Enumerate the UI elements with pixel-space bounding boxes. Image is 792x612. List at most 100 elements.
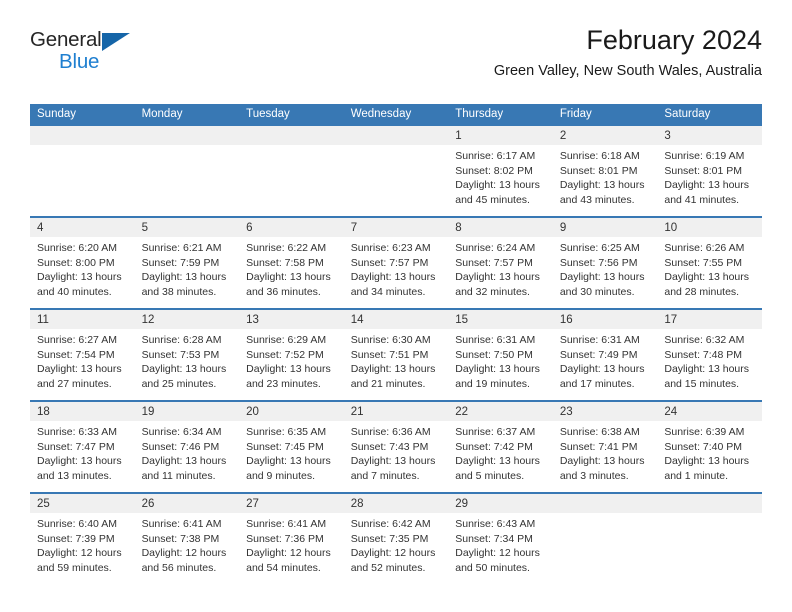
sunset-text: Sunset: 7:53 PM [141, 348, 220, 361]
day-cell[interactable]: 24 Sunrise: 6:39 AM Sunset: 7:40 PM Dayligh… [657, 400, 762, 493]
day-number: 23 [552, 401, 658, 421]
day-cell[interactable]: 23 Sunrise: 6:38 AM Sunset: 7:41 PM Dayligh… [552, 400, 658, 493]
daylight-text-line1: Daylight: 13 hours [664, 179, 750, 192]
day-details: Sunrise: 6:27 AM Sunset: 7:54 PM Daylight:… [30, 329, 135, 393]
day-cell[interactable]: 17 Sunrise: 6:32 AM Sunset: 7:48 PM Dayligh… [657, 308, 762, 401]
day-cell[interactable]: 4 Sunrise: 6:20 AM Sunset: 8:00 PM Daylight… [30, 216, 135, 309]
day-cell[interactable]: 25 Sunrise: 6:40 AM Sunset: 7:39 PM Dayligh… [30, 492, 135, 584]
day-cell[interactable]: 2 Sunrise: 6:18 AM Sunset: 8:01 PM Daylight… [552, 125, 658, 217]
sunrise-text: Sunrise: 6:37 AM [455, 425, 536, 438]
daylight-text-line2: and 11 minutes. [141, 470, 216, 483]
day-cell[interactable]: 13 Sunrise: 6:29 AM Sunset: 7:52 PM Dayligh… [239, 308, 344, 401]
daylight-text-line2: and 28 minutes. [664, 286, 740, 299]
day-cell[interactable]: 29 Sunrise: 6:43 AM Sunset: 7:34 PM Dayligh… [448, 492, 553, 584]
calendar-week-row: 1 Sunrise: 6:17 AM Sunset: 8:02 PM Daylight… [30, 125, 762, 217]
day-number: 13 [239, 309, 344, 329]
sunset-text: Sunset: 8:00 PM [37, 256, 115, 269]
day-details: Sunrise: 6:31 AM Sunset: 7:50 PM Daylight:… [448, 329, 553, 393]
day-cell[interactable]: 1 Sunrise: 6:17 AM Sunset: 8:02 PM Daylight… [448, 125, 553, 217]
day-cell[interactable]: 20 Sunrise: 6:35 AM Sunset: 7:45 PM Dayligh… [239, 400, 344, 493]
daylight-text-line1: Daylight: 13 hours [246, 363, 331, 376]
daylight-text-line1: Daylight: 13 hours [455, 271, 540, 284]
day-cell[interactable]: 9 Sunrise: 6:25 AM Sunset: 7:56 PM Daylight… [552, 216, 658, 309]
day-number [657, 493, 762, 513]
daylight-text-line1: Daylight: 13 hours [559, 179, 645, 192]
day-details: Sunrise: 6:34 AM Sunset: 7:46 PM Daylight:… [135, 421, 240, 485]
sunrise-text: Sunrise: 6:34 AM [141, 425, 222, 438]
day-details: Sunrise: 6:37 AM Sunset: 7:42 PM Daylight:… [448, 421, 553, 485]
day-number: 15 [448, 309, 553, 329]
day-details: Sunrise: 6:32 AM Sunset: 7:48 PM Daylight:… [657, 329, 762, 393]
day-cell[interactable]: 11 Sunrise: 6:27 AM Sunset: 7:54 PM Dayligh… [30, 308, 135, 401]
day-cell[interactable]: 7 Sunrise: 6:23 AM Sunset: 7:57 PM Daylight… [343, 216, 449, 309]
day-cell[interactable]: 14 Sunrise: 6:30 AM Sunset: 7:51 PM Dayligh… [343, 308, 449, 401]
day-details: Sunrise: 6:31 AM Sunset: 7:49 PM Daylight:… [553, 329, 658, 393]
daylight-text-line2: and 54 minutes. [246, 562, 321, 575]
sunrise-text: Sunrise: 6:41 AM [141, 517, 222, 530]
day-cell[interactable]: 16 Sunrise: 6:31 AM Sunset: 7:49 PM Dayligh… [552, 308, 658, 401]
day-cell[interactable]: 22 Sunrise: 6:37 AM Sunset: 7:42 PM Dayligh… [448, 400, 553, 493]
sunrise-text: Sunrise: 6:35 AM [246, 425, 327, 438]
daylight-text-line2: and 32 minutes. [455, 286, 530, 299]
day-cell[interactable]: 10 Sunrise: 6:26 AM Sunset: 7:55 PM Dayligh… [657, 216, 762, 309]
daylight-text-line1: Daylight: 13 hours [559, 271, 645, 284]
calendar-week-row: 4 Sunrise: 6:20 AM Sunset: 8:00 PM Daylight… [30, 216, 762, 309]
day-cell[interactable]: 18 Sunrise: 6:33 AM Sunset: 7:47 PM Dayligh… [30, 400, 135, 493]
daylight-text-line2: and 34 minutes. [350, 286, 426, 299]
day-cell[interactable]: 12 Sunrise: 6:28 AM Sunset: 7:53 PM Dayligh… [134, 308, 240, 401]
day-cell[interactable]: 8 Sunrise: 6:24 AM Sunset: 7:57 PM Daylight… [448, 216, 553, 309]
day-details: Sunrise: 6:30 AM Sunset: 7:51 PM Daylight:… [344, 329, 449, 393]
sunrise-text: Sunrise: 6:31 AM [559, 333, 640, 346]
day-cell[interactable]: 21 Sunrise: 6:36 AM Sunset: 7:43 PM Dayligh… [343, 400, 449, 493]
sunrise-text: Sunrise: 6:17 AM [455, 149, 536, 162]
day-number: 3 [657, 125, 762, 145]
sunset-text: Sunset: 7:45 PM [246, 440, 324, 453]
sunset-text: Sunset: 7:51 PM [350, 348, 429, 361]
weekday-header-wednesday: Wednesday [343, 104, 449, 126]
sunset-text: Sunset: 7:41 PM [559, 440, 638, 453]
daylight-text-line2: and 50 minutes. [455, 562, 530, 575]
day-number: 22 [448, 401, 553, 421]
day-number [343, 125, 449, 145]
day-cell[interactable]: 5 Sunrise: 6:21 AM Sunset: 7:59 PM Daylight… [134, 216, 240, 309]
day-cell[interactable]: 6 Sunrise: 6:22 AM Sunset: 7:58 PM Daylight… [239, 216, 344, 309]
day-details: Sunrise: 6:36 AM Sunset: 7:43 PM Daylight:… [344, 421, 449, 485]
day-details: Sunrise: 6:43 AM Sunset: 7:34 PM Daylight:… [448, 513, 553, 577]
daylight-text-line1: Daylight: 13 hours [559, 455, 645, 468]
day-cell[interactable]: 27 Sunrise: 6:41 AM Sunset: 7:36 PM Dayligh… [239, 492, 344, 584]
logo-flag-icon [102, 33, 130, 51]
day-number: 17 [657, 309, 762, 329]
day-cell[interactable]: 15 Sunrise: 6:31 AM Sunset: 7:50 PM Dayligh… [448, 308, 553, 401]
day-number: 9 [552, 217, 658, 237]
daylight-text-line2: and 41 minutes. [664, 194, 740, 207]
day-details: Sunrise: 6:25 AM Sunset: 7:56 PM Daylight:… [553, 237, 658, 301]
sunset-text: Sunset: 7:47 PM [37, 440, 115, 453]
day-number: 20 [239, 401, 344, 421]
sunset-text: Sunset: 8:02 PM [455, 164, 533, 177]
daylight-text-line1: Daylight: 13 hours [141, 271, 227, 284]
day-number: 12 [134, 309, 240, 329]
calendar-body: 1 Sunrise: 6:17 AM Sunset: 8:02 PM Daylight… [30, 125, 762, 584]
day-cell[interactable]: 26 Sunrise: 6:41 AM Sunset: 7:38 PM Dayligh… [134, 492, 240, 584]
sunrise-text: Sunrise: 6:27 AM [37, 333, 117, 346]
day-details: Sunrise: 6:18 AM Sunset: 8:01 PM Daylight:… [553, 145, 658, 209]
sunrise-text: Sunrise: 6:18 AM [559, 149, 640, 162]
day-number: 24 [657, 401, 762, 421]
daylight-text-line1: Daylight: 13 hours [350, 271, 436, 284]
day-number [134, 125, 240, 145]
day-cell [134, 125, 240, 217]
day-number: 26 [134, 493, 240, 513]
daylight-text-line2: and 5 minutes. [455, 470, 525, 483]
daylight-text-line2: and 21 minutes. [350, 378, 426, 391]
day-details: Sunrise: 6:22 AM Sunset: 7:58 PM Daylight:… [239, 237, 344, 301]
day-cell[interactable]: 28 Sunrise: 6:42 AM Sunset: 7:35 PM Dayligh… [343, 492, 449, 584]
daylight-text-line1: Daylight: 13 hours [664, 271, 750, 284]
day-number: 8 [448, 217, 553, 237]
day-cell[interactable]: 19 Sunrise: 6:34 AM Sunset: 7:46 PM Dayligh… [134, 400, 240, 493]
sunset-text: Sunset: 7:46 PM [141, 440, 220, 453]
daylight-text-line1: Daylight: 13 hours [141, 455, 227, 468]
daylight-text-line2: and 9 minutes. [246, 470, 316, 483]
day-number: 18 [30, 401, 135, 421]
day-cell[interactable]: 3 Sunrise: 6:19 AM Sunset: 8:01 PM Daylight… [657, 125, 762, 217]
daylight-text-line2: and 7 minutes. [350, 470, 420, 483]
